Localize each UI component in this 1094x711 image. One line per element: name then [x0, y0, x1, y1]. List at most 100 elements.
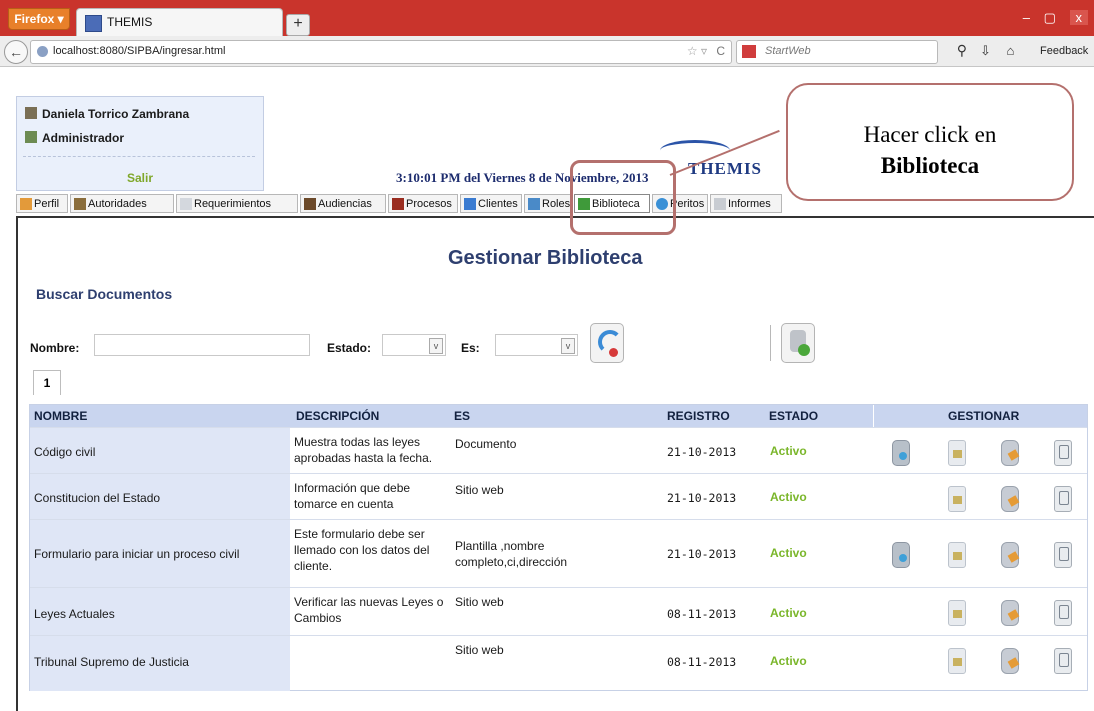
row-nombre: Formulario para iniciar un proceso civil [34, 547, 240, 561]
edit-icon[interactable] [1001, 486, 1019, 512]
status-badge: Activo [770, 444, 807, 458]
view-document-icon[interactable] [948, 648, 966, 674]
reports-icon [714, 198, 726, 210]
estado-label: Estado: [327, 341, 372, 355]
globe-icon [37, 46, 48, 57]
row-nombre: Constitucion del Estado [34, 491, 161, 505]
add-icon [798, 344, 810, 356]
biblioteca-highlight [570, 160, 676, 235]
callout-text: Hacer click en [863, 122, 997, 147]
row-registro: 21-10-2013 [667, 445, 737, 459]
menu-perfil[interactable]: Perfil [16, 194, 68, 213]
divider [23, 156, 255, 157]
close-icon[interactable]: x [1069, 10, 1088, 25]
nombre-input[interactable] [94, 334, 310, 356]
refresh-search-button[interactable] [590, 323, 624, 363]
row-es: Sitio web [455, 643, 504, 657]
row-es: Documento [455, 437, 517, 451]
estado-select[interactable]: v [382, 334, 446, 356]
view-document-icon[interactable] [948, 542, 966, 568]
delete-icon[interactable] [1054, 542, 1072, 568]
status-badge: Activo [770, 546, 807, 560]
requirements-icon [180, 198, 192, 210]
view-document-icon[interactable] [948, 440, 966, 466]
reload-icon[interactable]: C [716, 44, 725, 58]
menu-label: Autoridades [88, 198, 147, 210]
status-badge: Activo [770, 606, 807, 620]
bookmark-star-icon[interactable]: ☆ ▿ [687, 44, 707, 58]
home-icon[interactable]: ⌂ [1007, 43, 1015, 58]
header-gestionar: GESTIONAR [948, 409, 1020, 423]
back-arrow-icon[interactable]: ← [4, 40, 28, 64]
menu-label: Informes [728, 198, 771, 210]
admin-icon [25, 131, 37, 143]
download-file-icon[interactable] [892, 440, 910, 466]
divider [873, 405, 874, 427]
restore-icon[interactable]: ▢ [1044, 10, 1056, 26]
row-descripcion: Información que debe tomarce en cuenta [294, 481, 411, 511]
table-row: Constitucion del Estado Información que … [30, 473, 1087, 520]
row-registro: 08-11-2013 [667, 655, 737, 669]
menu-procesos[interactable]: Procesos [388, 194, 458, 213]
header-nombre: NOMBRE [34, 409, 88, 423]
edit-icon[interactable] [1001, 440, 1019, 466]
menu-autoridades[interactable]: Autoridades [70, 194, 174, 213]
menu-label: Requerimientos [194, 198, 272, 210]
toolbar-icons: ⇩ ⌂ [980, 43, 1026, 59]
add-document-button[interactable] [781, 323, 815, 363]
user-name-row: Daniela Torrico Zambrana [25, 107, 189, 121]
minimize-icon[interactable]: – [1023, 10, 1030, 25]
edit-icon[interactable] [1001, 648, 1019, 674]
header-descripcion: DESCRIPCIÓN [296, 409, 380, 423]
edit-icon[interactable] [1001, 542, 1019, 568]
logout-link[interactable]: Salir [17, 171, 263, 185]
menu-audiencias[interactable]: Audiencias [300, 194, 386, 213]
menu-roles[interactable]: Roles [524, 194, 572, 213]
download-icon[interactable]: ⇩ [980, 43, 991, 58]
delete-icon[interactable] [1054, 440, 1072, 466]
url-bar[interactable]: localhost:8080/SIPBA/ingresar.html ☆ ▿ C [30, 40, 732, 64]
row-es: Sitio web [455, 483, 504, 497]
magnifier-icon[interactable]: ⚲ [957, 42, 967, 59]
new-tab-button[interactable]: + [286, 14, 310, 36]
header-es: ES [454, 409, 471, 423]
menu-clientes[interactable]: Clientes [460, 194, 522, 213]
refresh-dot [609, 348, 618, 357]
processes-icon [392, 198, 404, 210]
row-descripcion: Verificar las nuevas Leyes o Cambios [294, 595, 444, 625]
row-registro: 08-11-2013 [667, 607, 737, 621]
roles-icon [528, 198, 540, 210]
callout-target: Biblioteca [880, 153, 980, 178]
row-nombre: Tribunal Supremo de Justicia [34, 655, 189, 669]
nombre-label: Nombre: [30, 341, 80, 355]
download-file-icon[interactable] [892, 542, 910, 568]
table-header: NOMBRE DESCRIPCIÓN ES REGISTRO ESTADO GE… [30, 405, 1087, 427]
feedback-button[interactable]: Feedback [1040, 45, 1088, 57]
table-row: Formulario para iniciar un proceso civil… [30, 519, 1087, 588]
view-document-icon[interactable] [948, 486, 966, 512]
search-engine-icon[interactable] [742, 45, 756, 58]
search-engine-label: StartWeb [765, 45, 811, 57]
edit-icon[interactable] [1001, 600, 1019, 626]
delete-icon[interactable] [1054, 600, 1072, 626]
browser-tab[interactable]: THEMIS [76, 8, 283, 37]
es-select[interactable]: v [495, 334, 578, 356]
menu-informes[interactable]: Informes [710, 194, 782, 213]
menu-label: Roles [542, 198, 571, 210]
hearings-icon [304, 198, 316, 210]
firefox-menu-button[interactable]: Firefox ▾ [8, 8, 70, 30]
table-row: Tribunal Supremo de Justicia Sitio web 0… [30, 635, 1087, 691]
table-row: Leyes Actuales Verificar las nuevas Leye… [30, 587, 1087, 636]
themis-favicon-icon [85, 15, 102, 32]
status-badge: Activo [770, 490, 807, 504]
search-bar[interactable]: StartWeb ⚲ [736, 40, 967, 64]
row-descripcion: Muestra todas las leyes aprobadas hasta … [294, 435, 433, 465]
page-number-button[interactable]: 1 [33, 370, 61, 395]
menu-requerimientos[interactable]: Requerimientos [176, 194, 298, 213]
es-label: Es: [461, 341, 480, 355]
view-document-icon[interactable] [948, 600, 966, 626]
divider [770, 325, 771, 361]
delete-icon[interactable] [1054, 486, 1072, 512]
row-es: Sitio web [455, 595, 504, 609]
delete-icon[interactable] [1054, 648, 1072, 674]
